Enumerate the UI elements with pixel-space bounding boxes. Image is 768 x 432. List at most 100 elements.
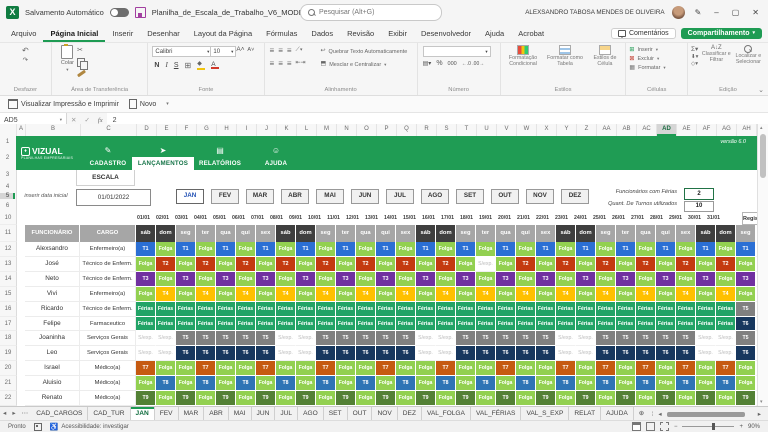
month-button-jun[interactable]: JUN — [351, 189, 379, 204]
shift-cell[interactable]: Férias — [676, 316, 696, 332]
autosave-toggle[interactable] — [109, 7, 129, 17]
shift-cell[interactable]: Folga — [236, 271, 256, 287]
column-header-C[interactable]: C — [81, 124, 137, 136]
shift-cell[interactable]: Folga — [736, 361, 756, 377]
restore-button[interactable]: ▢ — [729, 8, 743, 17]
shift-cell[interactable]: T3 — [136, 271, 156, 287]
column-header-AG[interactable]: AG — [717, 124, 737, 136]
column-header-AD[interactable]: AD — [657, 124, 677, 136]
shift-cell[interactable]: T2 — [276, 256, 296, 272]
employee-cargo[interactable]: Enfermeiro(a) — [80, 242, 136, 257]
shift-cell[interactable]: Férias — [456, 301, 476, 317]
column-header-I[interactable]: I — [237, 124, 257, 136]
shift-cell[interactable]: Folga — [536, 361, 556, 377]
shift-cell[interactable]: Férias — [576, 316, 596, 332]
month-button-jan[interactable]: JAN — [176, 189, 204, 204]
banner-menu-cadastro[interactable]: ✎ CADASTRO — [79, 136, 137, 170]
shift-cell[interactable]: Folga — [676, 271, 696, 287]
shift-cell[interactable]: Folga — [596, 271, 616, 287]
shift-cell[interactable]: Folga — [356, 271, 376, 287]
shift-cell[interactable]: Férias — [636, 316, 656, 332]
sheet-tab-cad_cargos[interactable]: CAD_CARGOS — [31, 407, 89, 421]
row-header-12[interactable]: 12 — [0, 242, 17, 257]
shift-cell[interactable]: T1 — [576, 242, 596, 257]
align-left-icon[interactable]: ≡ — [270, 59, 275, 68]
employee-name[interactable]: Aluisio — [25, 376, 80, 392]
shift-cell[interactable]: Folga — [436, 391, 456, 406]
row-header-22[interactable]: 22 — [0, 391, 17, 406]
sheet-tab-val_férias[interactable]: VAL_FÉRIAS — [471, 407, 522, 421]
shift-cell[interactable]: T1 — [136, 242, 156, 257]
macro-record-icon[interactable] — [33, 422, 42, 431]
shift-cell[interactable]: T8 — [436, 376, 456, 392]
shift-cell[interactable]: Folga — [576, 256, 596, 272]
shift-cell[interactable]: T6 — [736, 316, 756, 332]
shift-cell[interactable]: T1 — [376, 242, 396, 257]
column-header-AF[interactable]: AF — [697, 124, 717, 136]
shift-cell[interactable]: T7 — [376, 361, 396, 377]
shift-cell[interactable]: Folga — [596, 242, 616, 257]
shift-cell[interactable]: T4 — [396, 286, 416, 302]
zoom-out-icon[interactable]: − — [674, 424, 678, 430]
sheet-tab-jul[interactable]: JUL — [275, 407, 299, 421]
shift-cell[interactable]: S/exp. — [136, 346, 156, 362]
shift-cell[interactable]: Férias — [416, 316, 436, 332]
zoom-slider-thumb[interactable] — [712, 423, 716, 430]
shift-cell[interactable]: Folga — [656, 286, 676, 302]
shift-cell[interactable]: Folga — [336, 376, 356, 392]
italic-button[interactable]: I — [165, 61, 167, 69]
shift-cell[interactable]: Folga — [456, 286, 476, 302]
shift-cell[interactable]: T3 — [296, 271, 316, 287]
shift-cell[interactable]: Férias — [236, 316, 256, 332]
sheet-tab-jun[interactable]: JUN — [252, 407, 276, 421]
shift-cell[interactable]: T5 — [636, 331, 656, 347]
shift-cell[interactable]: Folga — [236, 242, 256, 257]
shift-cell[interactable]: Folga — [296, 376, 316, 392]
shift-cell[interactable]: Férias — [376, 301, 396, 317]
shift-cell[interactable]: Folga — [276, 271, 296, 287]
shift-cell[interactable]: Folga — [216, 256, 236, 272]
shift-cell[interactable]: Férias — [596, 301, 616, 317]
scroll-down-icon[interactable]: ▾ — [760, 399, 763, 405]
column-header-corner[interactable] — [0, 124, 17, 136]
shift-cell[interactable]: Férias — [656, 316, 676, 332]
shift-cell[interactable]: Folga — [356, 242, 376, 257]
shift-cell[interactable]: T1 — [696, 242, 716, 257]
shift-cell[interactable]: T2 — [396, 256, 416, 272]
shift-cell[interactable]: T9 — [456, 391, 476, 406]
shift-cell[interactable]: Férias — [596, 316, 616, 332]
shift-cell[interactable]: S/exp. — [296, 331, 316, 347]
employee-cargo[interactable]: Médico(a) — [80, 376, 136, 392]
shift-cell[interactable]: T7 — [716, 361, 736, 377]
shift-cell[interactable]: Férias — [636, 301, 656, 317]
shift-cell[interactable]: Folga — [216, 361, 236, 377]
row-header-11[interactable]: 11 — [0, 225, 17, 242]
shift-cell[interactable]: Folga — [316, 391, 336, 406]
shift-cell[interactable]: T8 — [396, 376, 416, 392]
shift-cell[interactable]: Folga — [136, 286, 156, 302]
shift-cell[interactable]: Férias — [576, 301, 596, 317]
shift-cell[interactable]: T6 — [476, 346, 496, 362]
shift-cell[interactable]: Folga — [476, 242, 496, 257]
month-button-mar[interactable]: MAR — [246, 189, 274, 204]
shift-cell[interactable]: Folga — [716, 242, 736, 257]
shift-cell[interactable]: S/exp. — [296, 346, 316, 362]
shift-cell[interactable]: Folga — [556, 242, 576, 257]
employee-cargo[interactable]: Técnico de Enferm.(a) — [80, 271, 136, 287]
column-header-R[interactable]: R — [417, 124, 437, 136]
shift-cell[interactable]: T1 — [256, 242, 276, 257]
shift-cell[interactable]: T5 — [736, 301, 756, 317]
shift-cell[interactable]: Folga — [616, 286, 636, 302]
shift-cell[interactable]: T1 — [456, 242, 476, 257]
shift-cell[interactable]: Folga — [676, 242, 696, 257]
shift-cell[interactable]: T7 — [436, 361, 456, 377]
align-right-icon[interactable]: ≡ — [287, 59, 292, 68]
shift-cell[interactable]: Folga — [656, 361, 676, 377]
shift-cell[interactable]: T5 — [596, 331, 616, 347]
shift-cell[interactable]: T3 — [736, 271, 756, 287]
shift-cell[interactable]: T9 — [336, 391, 356, 406]
shift-cell[interactable]: Férias — [256, 301, 276, 317]
shift-cell[interactable]: Férias — [316, 316, 336, 332]
format-painter-icon[interactable] — [76, 69, 87, 78]
shift-cell[interactable]: T8 — [516, 376, 536, 392]
